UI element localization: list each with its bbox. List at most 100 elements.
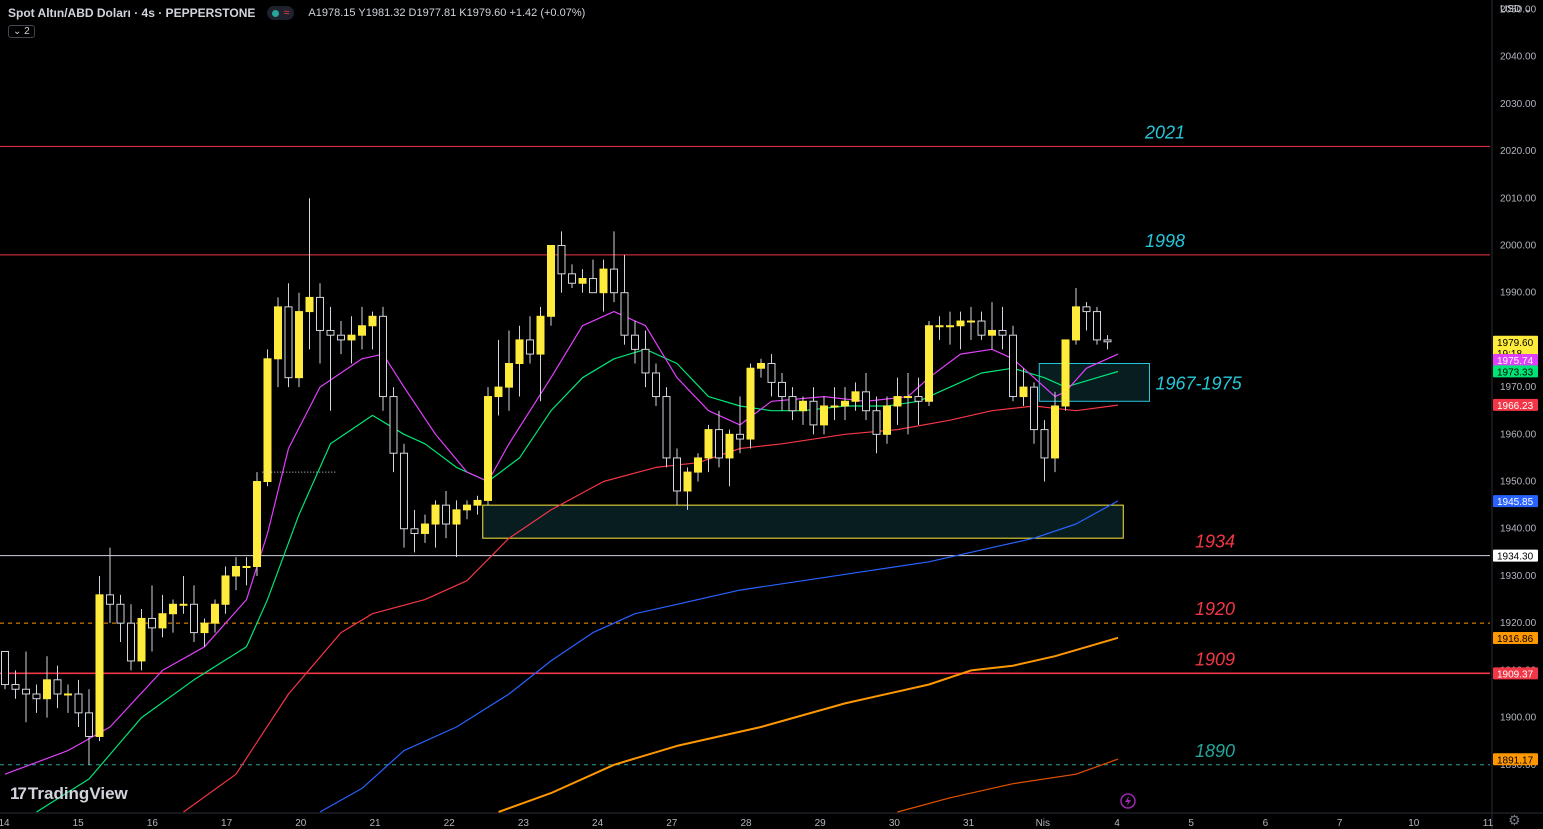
candle-body-53 [557, 244, 566, 275]
candle-body-41 [431, 504, 440, 525]
candle-body-83 [872, 410, 881, 435]
candle-body-98 [1030, 386, 1038, 431]
candle-body-62 [652, 372, 660, 398]
time-tick-0: 14 [0, 818, 10, 829]
time-tick-10: 28 [740, 818, 752, 829]
currency-selector[interactable]: USD ⌄ [1500, 4, 1532, 15]
candle-body-15 [158, 613, 167, 629]
chart-header: Spot Altın/ABD Doları · 4s · PEPPERSTONE… [8, 6, 585, 20]
price-tick-7: 1960.00 [1500, 429, 1537, 440]
candle-body-48 [505, 363, 513, 388]
candle-body-100 [1051, 405, 1059, 459]
candle-body-22 [232, 566, 240, 577]
candle-body-97 [1019, 386, 1028, 398]
candle-body-13 [137, 617, 146, 662]
candle-body-43 [452, 509, 461, 525]
indicator-toggle-button[interactable]: ⌄ 2 [8, 25, 35, 38]
ohlc-values: A1978.15 Y1981.32 D1977.81 K1979.60 +1.4… [308, 7, 586, 19]
candle-body-4 [43, 679, 51, 700]
time-tick-17: 6 [1263, 818, 1269, 829]
time-tick-4: 20 [295, 818, 307, 829]
status-pill[interactable]: ≈ [267, 6, 295, 20]
candle-body-38 [400, 452, 408, 530]
price-tick-15: 2040.00 [1500, 52, 1537, 63]
candle-body-79 [830, 405, 839, 408]
zone-0 [482, 504, 1124, 539]
lightning-icon [1125, 796, 1131, 806]
candle-body-75 [788, 396, 797, 412]
candle-body-59 [620, 292, 629, 336]
candle-body-58 [610, 268, 618, 294]
candle-body-47 [494, 386, 503, 398]
candle-body-16 [169, 603, 177, 615]
candle-body-7 [74, 693, 83, 714]
candle-body-26 [274, 306, 282, 360]
candle-body-84 [883, 405, 891, 435]
time-tick-20: 11 [1483, 818, 1494, 829]
candle-body-33 [347, 334, 356, 341]
price-zones [482, 363, 1150, 539]
price-tag-text-6: 1916.86 [1497, 634, 1534, 645]
candle-body-93 [977, 320, 986, 336]
candle-body-37 [389, 396, 398, 454]
candle-body-65 [683, 471, 692, 492]
price-tag-text-4: 1945.85 [1497, 497, 1534, 508]
candle-body-101 [1061, 339, 1070, 407]
time-tick-1: 15 [73, 818, 85, 829]
candle-body-85 [893, 396, 902, 407]
zone-label-1: 1967-1975 [1156, 373, 1243, 393]
time-tick-7: 23 [518, 818, 530, 829]
candle-body-56 [589, 278, 597, 294]
candle-body-61 [641, 348, 650, 374]
price-chart[interactable]: 2021199819341920190918901967-1975 1890.0… [0, 0, 1543, 829]
price-tag-text-5: 1934.30 [1497, 552, 1534, 563]
candle-body-55 [578, 278, 587, 284]
candle-body-32 [337, 334, 345, 341]
candle-body-46 [484, 396, 492, 501]
candle-body-12 [127, 622, 135, 662]
candle-body-51 [536, 315, 545, 355]
price-tick-10: 1990.00 [1500, 288, 1537, 299]
time-tick-12: 30 [889, 818, 901, 829]
ema_100-line [319, 500, 1119, 813]
price-tick-13: 2020.00 [1500, 146, 1537, 157]
candle-body-44 [463, 504, 471, 511]
ema_300-line [897, 758, 1119, 813]
time-tick-11: 29 [815, 818, 827, 829]
price-tag-text-7: 1909.37 [1497, 669, 1534, 680]
price-tag-text-8: 1891.17 [1497, 755, 1534, 766]
candle-body-30 [316, 296, 324, 331]
price-tags: 1979.6019:181975.741973.331966.231945.85… [1493, 335, 1538, 766]
symbol-title[interactable]: Spot Altın/ABD Doları · 4s · PEPPERSTONE [8, 6, 255, 20]
candle-body-2 [22, 688, 30, 695]
candle-body-87 [914, 396, 923, 402]
time-tick-9: 27 [666, 818, 678, 829]
price-axis: 1890.001900.001910.001920.001930.001940.… [1491, 0, 1537, 829]
candle-body-5 [53, 679, 62, 695]
candle-body-104 [1093, 311, 1101, 341]
price-tick-4: 1930.00 [1500, 571, 1537, 582]
candle-body-86 [904, 396, 912, 399]
time-tick-6: 22 [444, 818, 456, 829]
candle-body-96 [1009, 334, 1017, 398]
level-label-4: 1909 [1195, 649, 1235, 669]
candle-body-52 [547, 244, 555, 317]
time-tick-18: 7 [1337, 818, 1343, 829]
candle-body-35 [368, 315, 377, 327]
price-tick-12: 2010.00 [1500, 193, 1537, 204]
candle-body-72 [757, 363, 765, 369]
candle-body-103 [1082, 306, 1091, 313]
candle-body-45 [473, 499, 482, 506]
candle-body-63 [662, 396, 671, 459]
time-tick-8: 24 [592, 818, 604, 829]
price-tick-5: 1940.00 [1500, 524, 1537, 535]
ema_200-line [498, 636, 1119, 813]
candle-body-76 [799, 400, 807, 412]
candle-body-80 [841, 400, 849, 407]
candle-body-90 [946, 325, 954, 328]
market-open-dot-icon [272, 9, 280, 17]
candle-body-66 [694, 457, 702, 473]
gear-icon[interactable]: ⚙ [1508, 812, 1521, 829]
candle-body-29 [305, 296, 314, 313]
time-axis: 14 15 16 17 20 21 22 23 24 27 28 29 30 31 Nis 4 5 6 7 10 11 [0, 812, 1543, 829]
